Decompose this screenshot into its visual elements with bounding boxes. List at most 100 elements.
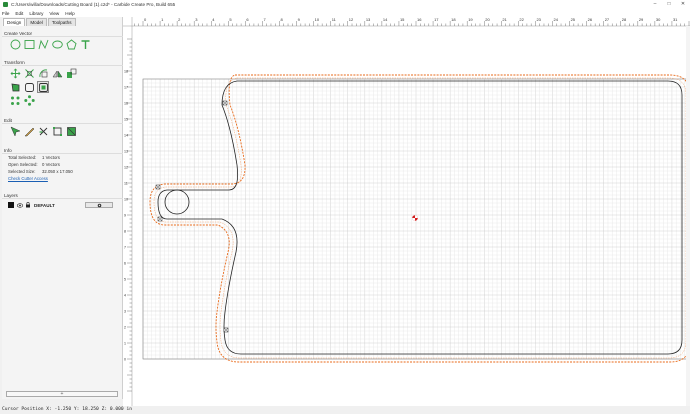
selected-size-value: 32.050 x 17.050: [42, 169, 73, 174]
open-selected-row: Open Selected: 0 Vectors: [2, 161, 123, 168]
lock-icon[interactable]: [25, 202, 31, 208]
ruler-label-top: 30: [656, 17, 661, 22]
canvas-drawing[interactable]: 0 1 2 3 4 5 6 7 8 9 10 11 12 13 14 15 16 17 18 19 20 21 22 23 24…: [123, 17, 690, 406]
selected-size-label: Selected Size:: [8, 169, 36, 174]
tab-model[interactable]: Model: [26, 18, 47, 26]
cutting-board-shape[interactable]: [157, 80, 683, 355]
curve-tool-icon[interactable]: [37, 38, 49, 50]
ruler-label-top: 18: [451, 17, 456, 22]
align-icon[interactable]: [65, 67, 77, 79]
left-ruler: [123, 17, 132, 406]
move-icon[interactable]: [9, 67, 21, 79]
scale-icon[interactable]: [23, 67, 35, 79]
origin-marker-icon: [412, 215, 418, 221]
ruler-label-top: 14: [383, 17, 388, 22]
left-panel: Design Model Toolpaths Create Vector Tra…: [2, 17, 123, 399]
eye-icon[interactable]: [17, 202, 23, 208]
ruler-label-top: 19: [468, 17, 473, 22]
ruler-label-left: 9: [124, 214, 126, 218]
info-header: Info: [2, 147, 123, 154]
ruler-label-top: 22: [519, 17, 524, 22]
ruler-label-left: 15: [124, 118, 128, 122]
total-selected-label: Total Selected:: [8, 155, 37, 160]
layer-name: DEFAULT: [34, 202, 55, 208]
ruler-label-top: 25: [571, 17, 576, 22]
fillet-icon[interactable]: [37, 81, 49, 93]
tab-toolpaths[interactable]: Toolpaths: [47, 18, 76, 26]
tab-design[interactable]: Design: [3, 18, 26, 26]
text-tool-icon[interactable]: [79, 38, 91, 50]
ruler-label-top: 15: [400, 17, 405, 22]
add-layer-button[interactable]: +: [6, 391, 118, 397]
layer-row-default[interactable]: DEFAULT: [2, 201, 123, 209]
ruler-label-top: 28: [622, 17, 627, 22]
edit-header: Edit: [2, 117, 123, 124]
toolpath-outline-inner[interactable]: [153, 77, 687, 359]
handle-bottom-left: [223, 327, 229, 333]
menu-library[interactable]: Library: [29, 11, 43, 16]
ruler-label-left: 5: [124, 278, 126, 282]
mirror-icon[interactable]: [51, 67, 63, 79]
rotate-icon[interactable]: [37, 67, 49, 79]
ruler-label-top: 17: [434, 17, 439, 22]
array-icon[interactable]: [9, 94, 21, 106]
join-icon[interactable]: [51, 125, 63, 137]
ruler-label-top: 16: [417, 17, 422, 22]
total-selected-value: 1 Vectors: [42, 155, 60, 160]
layers-section: Layers DEFAULT: [2, 192, 123, 209]
ruler-label-left: 17: [124, 86, 128, 90]
minimize-button[interactable]: –: [648, 0, 662, 9]
ruler-label-top: 20: [485, 17, 490, 22]
menu-help[interactable]: Help: [65, 11, 74, 16]
title-bar: C:/Users/willa/Downloads/Cutting Board (…: [0, 0, 690, 9]
check-cutter-row: Check Cutter Access: [2, 175, 123, 182]
ruler-label-top: 10: [315, 17, 320, 22]
close-button[interactable]: ✕: [676, 0, 690, 9]
menu-view[interactable]: View: [49, 11, 59, 16]
circle-tool-icon[interactable]: [9, 38, 21, 50]
info-section: Info Total Selected: 1 Vectors Open Sele…: [2, 147, 123, 182]
ellipse-tool-icon[interactable]: [51, 38, 63, 50]
ruler-label-left: 4: [124, 294, 126, 298]
layer-settings-button[interactable]: [85, 202, 113, 208]
maximize-button[interactable]: □: [662, 0, 676, 9]
ruler-label-top: 27: [605, 17, 610, 22]
menu-edit[interactable]: Edit: [15, 11, 23, 16]
handle-top-left: [222, 100, 228, 106]
panel-tabs: Design Model Toolpaths: [2, 17, 122, 26]
check-cutter-access-link[interactable]: Check Cutter Access: [8, 176, 48, 181]
selection-handles[interactable]: [155, 100, 229, 333]
ruler-label-left: 13: [124, 150, 128, 154]
ruler-label-left: 0: [124, 358, 126, 362]
layer-color-swatch[interactable]: [8, 202, 14, 208]
boolean-icon[interactable]: [65, 125, 77, 137]
ruler-label-left: 8: [124, 230, 126, 234]
create-vector-section: Create Vector: [2, 30, 123, 51]
selected-size-row: Selected Size: 32.050 x 17.050: [2, 168, 123, 175]
ruler-label-top: 21: [502, 17, 507, 22]
menu-file[interactable]: File: [2, 11, 9, 16]
handle-mid-left-bottom: [157, 216, 163, 222]
trim-icon[interactable]: [37, 125, 49, 137]
ruler-label-left: 7: [124, 246, 126, 250]
node-edit-icon[interactable]: [9, 125, 21, 137]
ruler-label-left: 18: [124, 70, 128, 74]
rectangle-tool-icon[interactable]: [23, 38, 35, 50]
menu-bar: File Edit Library View Help: [0, 9, 690, 17]
edit-section: Edit: [2, 117, 123, 138]
vertical-scrollbar[interactable]: [686, 26, 690, 406]
ruler-label-top: 29: [639, 17, 644, 22]
open-selected-label: Open Selected:: [8, 162, 38, 167]
group-icon[interactable]: [23, 81, 35, 93]
design-canvas[interactable]: 0 1 2 3 4 5 6 7 8 9 10 11 12 13 14 15 16 17 18 19 20 21 22 23 24…: [123, 17, 690, 406]
ruler-label-left: 10: [124, 198, 128, 202]
layers-header: Layers: [2, 192, 123, 199]
total-selected-row: Total Selected: 1 Vectors: [2, 154, 123, 161]
ruler-label-top: 31: [673, 17, 678, 22]
polygon-tool-icon[interactable]: [65, 38, 77, 50]
open-selected-value: 0 Vectors: [42, 162, 60, 167]
offset-icon[interactable]: [9, 81, 21, 93]
ruler-label-top: 24: [554, 17, 559, 22]
knife-icon[interactable]: [23, 125, 35, 137]
circular-array-icon[interactable]: [23, 94, 35, 106]
